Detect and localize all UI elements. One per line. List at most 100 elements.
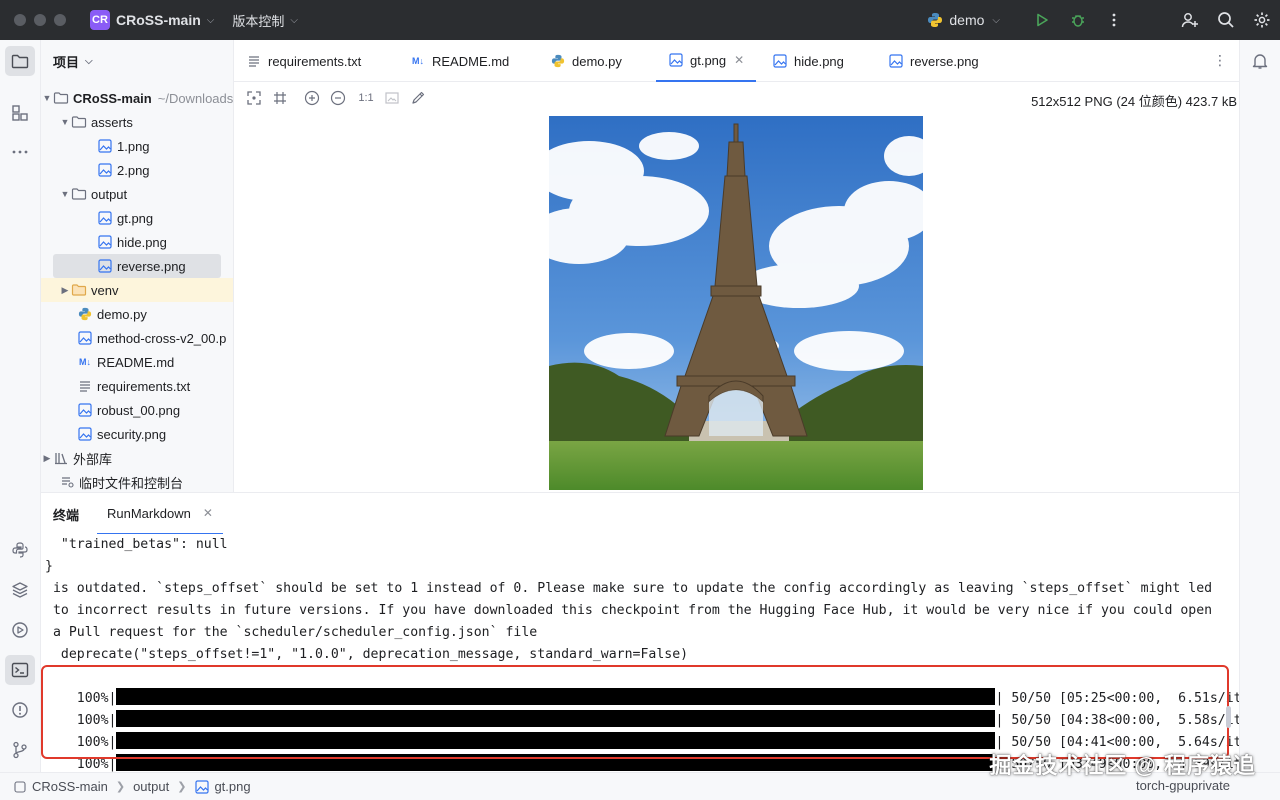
breadcrumb-item[interactable]: CRoSS-main bbox=[32, 779, 108, 794]
folder-icon bbox=[71, 114, 87, 130]
terminal-tool-button[interactable] bbox=[5, 655, 35, 685]
close-icon[interactable]: ✕ bbox=[203, 506, 213, 520]
project-panel-header[interactable]: 项目 ⌵ bbox=[41, 40, 233, 82]
terminal-line: "trained_betas": null bbox=[45, 537, 228, 552]
terminal-scrollbar[interactable] bbox=[1226, 706, 1231, 728]
tab-hide-png[interactable]: hide.png bbox=[772, 40, 844, 82]
tree-item-scratches[interactable]: 临时文件和控制台 bbox=[41, 470, 233, 492]
tree-item-cross-main[interactable]: ▼ CRoSS-main ~/Downloads bbox=[41, 86, 233, 110]
color-picker-icon[interactable] bbox=[410, 90, 426, 106]
debug-button[interactable] bbox=[1060, 0, 1096, 40]
tab-runmarkdown[interactable]: RunMarkdown ✕ bbox=[97, 493, 223, 535]
tree-item-label: 2.png bbox=[117, 162, 150, 178]
services-tool-button[interactable] bbox=[5, 615, 35, 645]
structure-icon bbox=[12, 105, 28, 121]
image-viewer-toolbar: 1:1 512x512 PNG (24 位颜色) 423.7 kB bbox=[234, 82, 1239, 114]
settings-button[interactable] bbox=[1244, 0, 1280, 40]
tree-item-external-libraries[interactable]: ▶ 外部库 bbox=[41, 446, 233, 470]
search-button[interactable] bbox=[1208, 0, 1244, 40]
background-icon[interactable] bbox=[384, 90, 400, 106]
editor-tab-bar: requirements.txt M↓ README.md demo.py gt… bbox=[234, 40, 1239, 82]
image-file-icon bbox=[97, 258, 113, 274]
tree-item-demo-py[interactable]: demo.py bbox=[41, 302, 233, 326]
bell-icon bbox=[1252, 54, 1268, 69]
chevron-right-icon[interactable]: ▶ bbox=[41, 453, 53, 464]
actual-size-button[interactable]: 1:1 bbox=[356, 90, 376, 106]
git-tool-button[interactable] bbox=[5, 735, 35, 765]
python-console-icon bbox=[12, 542, 28, 558]
git-branch-icon bbox=[13, 741, 27, 759]
tree-item-2-png[interactable]: 2.png bbox=[41, 158, 233, 182]
problems-tool-button[interactable] bbox=[5, 695, 35, 725]
tree-item-requirements-txt[interactable]: requirements.txt bbox=[41, 374, 233, 398]
image-info: 512x512 PNG (24 位颜色) 423.7 kB bbox=[1031, 94, 1237, 109]
run-button[interactable] bbox=[1024, 0, 1060, 40]
tree-item-robust-png[interactable]: robust_00.png bbox=[41, 398, 233, 422]
image-file-icon bbox=[194, 779, 210, 795]
tree-item-security-png[interactable]: security.png bbox=[41, 422, 233, 446]
layers-icon bbox=[12, 582, 28, 598]
vcs-menu[interactable]: 版本控制 bbox=[232, 11, 284, 30]
tab-readme-md[interactable]: M↓ README.md bbox=[410, 40, 509, 82]
structure-tool-button[interactable] bbox=[5, 98, 35, 128]
python-console-button[interactable] bbox=[5, 535, 35, 565]
close-icon[interactable]: ✕ bbox=[734, 53, 744, 67]
zoom-out-icon[interactable] bbox=[330, 90, 346, 106]
chevron-down-icon[interactable]: ▼ bbox=[59, 117, 71, 127]
tree-item-label: requirements.txt bbox=[97, 378, 191, 394]
tree-item-asserts[interactable]: ▼ asserts bbox=[41, 110, 233, 134]
tree-item-venv[interactable]: ▶ venv bbox=[41, 278, 233, 302]
tree-item-output[interactable]: ▼ output bbox=[41, 182, 233, 206]
fit-zoom-icon[interactable] bbox=[246, 90, 262, 106]
scratch-icon bbox=[59, 474, 75, 490]
tree-item-method-cross[interactable]: method-cross-v2_00.p bbox=[41, 326, 233, 350]
tab-requirements-txt[interactable]: requirements.txt bbox=[246, 40, 361, 82]
folder-icon bbox=[71, 186, 87, 202]
project-switcher[interactable]: CRoSS-main bbox=[116, 12, 201, 28]
terminal-tab-bar: 终端 RunMarkdown ✕ bbox=[41, 492, 1239, 535]
tree-item-hide-png[interactable]: hide.png bbox=[41, 230, 233, 254]
chevron-right-icon[interactable]: ▶ bbox=[59, 285, 71, 296]
terminal-line: to incorrect results in future versions.… bbox=[45, 603, 1213, 618]
eiffel-tower-image bbox=[549, 116, 923, 490]
grid-icon[interactable] bbox=[272, 90, 288, 106]
tree-item-readme-md[interactable]: M↓ README.md bbox=[41, 350, 233, 374]
tree-item-reverse-png[interactable]: reverse.png bbox=[53, 254, 221, 278]
chevron-down-icon[interactable]: ▼ bbox=[41, 93, 53, 103]
tree-item-label: venv bbox=[91, 282, 119, 298]
services-icon bbox=[12, 622, 28, 638]
tab-reverse-png[interactable]: reverse.png bbox=[888, 40, 979, 82]
tab-gt-png[interactable]: gt.png ✕ bbox=[656, 40, 757, 82]
minimize-window-button[interactable] bbox=[34, 14, 46, 26]
tab-demo-py[interactable]: demo.py bbox=[550, 40, 622, 82]
project-panel: 项目 ⌵ ▼ CRoSS-main ~/Downloads ▼ asserts … bbox=[41, 40, 234, 492]
breadcrumb-item[interactable]: gt.png bbox=[214, 779, 250, 794]
breadcrumb-item[interactable]: output bbox=[133, 779, 169, 794]
gear-icon bbox=[1254, 12, 1270, 28]
title-bar: CR CRoSS-main ⌵ 版本控制 ⌵ demo ⌵ bbox=[0, 0, 1280, 40]
chevron-down-icon: ⌵ bbox=[85, 55, 93, 67]
tree-item-gt-png[interactable]: gt.png bbox=[41, 206, 233, 230]
text-file-icon bbox=[246, 53, 262, 69]
terminal-output[interactable]: "trained_betas": null } is outdated. `st… bbox=[41, 534, 1239, 772]
more-tools-button[interactable] bbox=[5, 137, 35, 167]
warning-circle-icon bbox=[12, 702, 28, 718]
tree-item-label: gt.png bbox=[117, 210, 154, 226]
zoom-window-button[interactable] bbox=[54, 14, 66, 26]
right-tool-strip bbox=[1239, 40, 1280, 772]
chevron-down-icon[interactable]: ▼ bbox=[59, 189, 71, 199]
close-window-button[interactable] bbox=[14, 14, 26, 26]
zoom-in-icon[interactable] bbox=[304, 90, 320, 106]
add-user-button[interactable] bbox=[1172, 0, 1208, 40]
notifications-button[interactable] bbox=[1245, 46, 1275, 76]
interpreter-selector[interactable]: torch-gpuprivate bbox=[1136, 778, 1230, 793]
bug-icon bbox=[1072, 15, 1084, 27]
python-packages-button[interactable] bbox=[5, 575, 35, 605]
tree-item-1-png[interactable]: 1.png bbox=[41, 134, 233, 158]
more-vertical-icon[interactable]: ⋮ bbox=[1213, 52, 1227, 69]
more-actions-button[interactable] bbox=[1096, 0, 1132, 40]
search-icon bbox=[1218, 12, 1234, 28]
tab-terminal[interactable]: 终端 bbox=[53, 493, 79, 535]
run-configuration-selector[interactable]: demo ⌵ bbox=[927, 12, 1000, 28]
project-tool-button[interactable] bbox=[5, 46, 35, 76]
